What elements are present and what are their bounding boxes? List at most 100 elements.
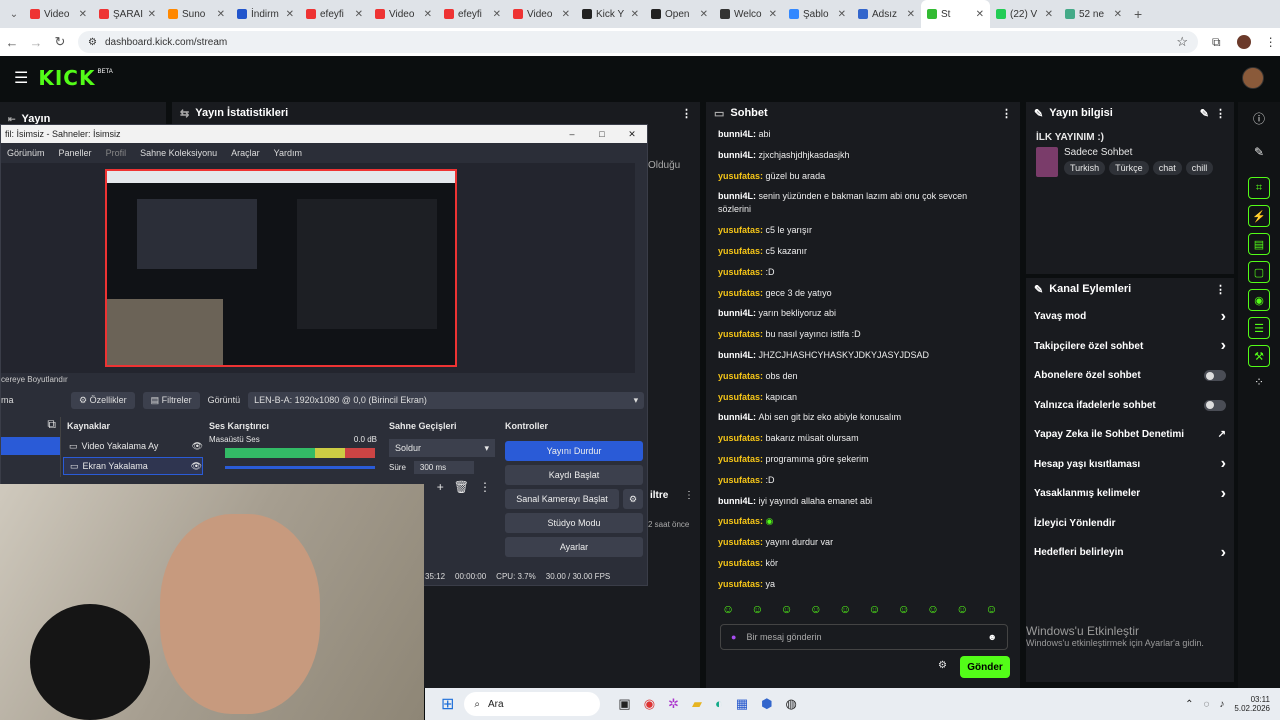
tag-chip[interactable]: chat — [1152, 161, 1182, 175]
chat-username[interactable]: yusufatas — [718, 433, 760, 443]
lightning-icon[interactable]: ⚡ — [1248, 205, 1270, 227]
menu-icon[interactable]: ☰ — [14, 68, 28, 88]
visibility-icon[interactable]: 👁 — [192, 441, 203, 452]
channel-action-item[interactable]: Yavaş mod › — [1026, 302, 1234, 332]
obs-control-button[interactable]: Ayarlar — [505, 537, 643, 557]
volume-slider[interactable] — [225, 466, 375, 469]
tab-close-icon[interactable]: ✕ — [148, 9, 156, 20]
browser-tab[interactable]: Open ✕ — [645, 0, 714, 28]
browser-tab[interactable]: efeyfi ✕ — [438, 0, 507, 28]
emote-icon[interactable]: ☺ — [810, 602, 822, 616]
toggle-switch[interactable] — [1204, 370, 1226, 382]
channel-action-item[interactable]: Takipçilere özel sohbet › — [1026, 332, 1234, 362]
chat-username[interactable]: yusufatas — [718, 246, 760, 256]
tray-chevron-icon[interactable]: ⌃ — [1185, 699, 1193, 710]
collapse-icon[interactable]: ⇤ — [8, 114, 16, 125]
obs-control-button[interactable]: Kaydı Başlat — [505, 465, 643, 485]
browser-tab[interactable]: Video ✕ — [507, 0, 576, 28]
tab-close-icon[interactable]: ✕ — [769, 9, 777, 20]
obs-control-button[interactable]: Yayını Durdur — [505, 441, 643, 461]
chat-username[interactable]: yusufatas — [718, 225, 760, 235]
add-icon[interactable]: + — [437, 480, 444, 494]
extensions-icon[interactable]: ⧉ — [1212, 35, 1221, 50]
emote-icon[interactable]: ☺ — [751, 602, 763, 616]
tab-close-icon[interactable]: ✕ — [562, 9, 570, 20]
channel-action-item[interactable]: Yasaklanmış kelimeler › — [1026, 479, 1234, 509]
browser-menu-icon[interactable]: ⋮ — [1265, 35, 1277, 49]
tab-close-icon[interactable]: ✕ — [79, 9, 87, 20]
tag-chip[interactable]: Türkçe — [1109, 161, 1149, 175]
obs-icon[interactable]: ◍ — [785, 696, 796, 712]
emote-icon[interactable]: ☺ — [956, 602, 968, 616]
delete-icon[interactable]: 🗑 — [454, 480, 469, 494]
chat-username[interactable]: bunni4L — [718, 150, 753, 160]
obs-menu-item[interactable]: Profil — [106, 148, 127, 158]
chat-username[interactable]: bunni4L — [718, 412, 753, 422]
tab-close-icon[interactable]: ✕ — [286, 9, 294, 20]
tab-close-icon[interactable]: ✕ — [1045, 9, 1053, 20]
list-icon[interactable]: ☰ — [1248, 317, 1270, 339]
transition-select[interactable]: Soldur ▾ — [389, 439, 495, 457]
chat-username[interactable]: yusufatas — [718, 537, 760, 547]
browser-tab[interactable]: Video ✕ — [369, 0, 438, 28]
message-input[interactable]: ● Bir mesaj gönderin ☻ — [720, 624, 1008, 650]
emoji-icon[interactable]: ☻ — [988, 632, 997, 642]
chat-bubble-icon[interactable]: ▢ — [1248, 261, 1270, 283]
explorer-icon[interactable]: ▰ — [692, 696, 702, 712]
chat-username[interactable]: yusufatas — [718, 475, 760, 485]
obs-menu-item[interactable]: Paneller — [59, 148, 92, 158]
browser-tab[interactable]: Kick Y ✕ — [576, 0, 645, 28]
chat-username[interactable]: yusufatas — [718, 454, 760, 464]
edit-rail-icon[interactable]: ✎ — [1238, 145, 1280, 159]
emote-icon[interactable]: ☺ — [898, 602, 910, 616]
channel-action-item[interactable]: Hedefleri belirleyin › — [1026, 538, 1234, 568]
tab-close-icon[interactable]: ✕ — [493, 9, 501, 20]
clip-icon[interactable]: ⌗ — [1248, 177, 1270, 199]
obs-preview-capture[interactable] — [105, 169, 457, 367]
emote-icon[interactable]: ☺ — [781, 602, 793, 616]
scene-item[interactable] — [1, 437, 60, 455]
chat-username[interactable]: bunni4L — [718, 191, 753, 201]
emote-icon[interactable]: ☺ — [839, 602, 851, 616]
channel-action-item[interactable]: Abonelere özel sohbet — [1026, 361, 1234, 391]
user-avatar[interactable] — [1242, 67, 1264, 89]
channel-action-item[interactable]: Yalnızca ifadelerle sohbet — [1026, 391, 1234, 421]
source-item[interactable]: ▭ Ekran Yakalama 👁 — [63, 457, 203, 475]
browser-tab[interactable]: ŞARAI ✕ — [93, 0, 162, 28]
document-icon[interactable]: ▤ — [1248, 233, 1270, 255]
reload-icon[interactable]: ↻ — [48, 34, 72, 50]
taskbar-search[interactable]: ⌕ Ara — [464, 692, 601, 716]
source-item[interactable]: ▭ Video Yakalama Ay 👁 — [63, 437, 203, 455]
toggle-switch[interactable] — [1204, 399, 1226, 411]
clock[interactable]: 03:11 5.02.2026 — [1234, 695, 1270, 713]
display-select[interactable]: LEN-B-A: 1920x1080 @ 0,0 (Birincil Ekran… — [248, 391, 645, 409]
chat-username[interactable]: bunni4L — [718, 496, 753, 506]
chat-settings-icon[interactable]: ⚙ — [938, 660, 947, 671]
emote-icon[interactable]: ☺ — [722, 602, 734, 616]
chat-username[interactable]: yusufatas — [718, 267, 760, 277]
more-icon[interactable]: ⋮ — [479, 480, 491, 494]
tab-close-icon[interactable]: ✕ — [907, 9, 915, 20]
wrench-icon[interactable]: ⚒ — [1248, 345, 1270, 367]
browser-tab[interactable]: Adsız ✕ — [852, 0, 921, 28]
obs-minimize-button[interactable]: – — [557, 129, 587, 139]
chat-username[interactable]: yusufatas — [718, 288, 760, 298]
app-icon[interactable]: ⬢ — [761, 696, 772, 712]
channel-action-item[interactable]: Hesap yaşı kısıtlaması › — [1026, 450, 1234, 480]
actions-menu-icon[interactable]: ⋮ — [1215, 283, 1226, 296]
tab-close-icon[interactable]: ✕ — [424, 9, 432, 20]
browser-tab[interactable]: efeyfi ✕ — [300, 0, 369, 28]
chrome-icon[interactable]: ◉ — [644, 696, 655, 712]
obs-close-button[interactable]: ✕ — [617, 129, 647, 140]
obs-control-button[interactable]: Stüdyo Modu — [505, 513, 643, 533]
chat-username[interactable]: bunni4L — [718, 350, 753, 360]
browser-tab[interactable]: Suno ✕ — [162, 0, 231, 28]
chat-username[interactable]: yusufatas — [718, 392, 760, 402]
back-icon[interactable]: ← — [0, 35, 24, 50]
site-info-icon[interactable]: ⚙ — [88, 37, 97, 48]
emote-icon[interactable]: ☺ — [985, 602, 997, 616]
edit-icon[interactable]: ✎ — [1200, 107, 1209, 120]
chat-menu-icon[interactable]: ⋮ — [1001, 107, 1012, 120]
url-field[interactable]: ⚙ dashboard.kick.com/stream ☆ — [78, 31, 1198, 53]
filters-button[interactable]: ▤ Filtreler — [142, 391, 200, 409]
